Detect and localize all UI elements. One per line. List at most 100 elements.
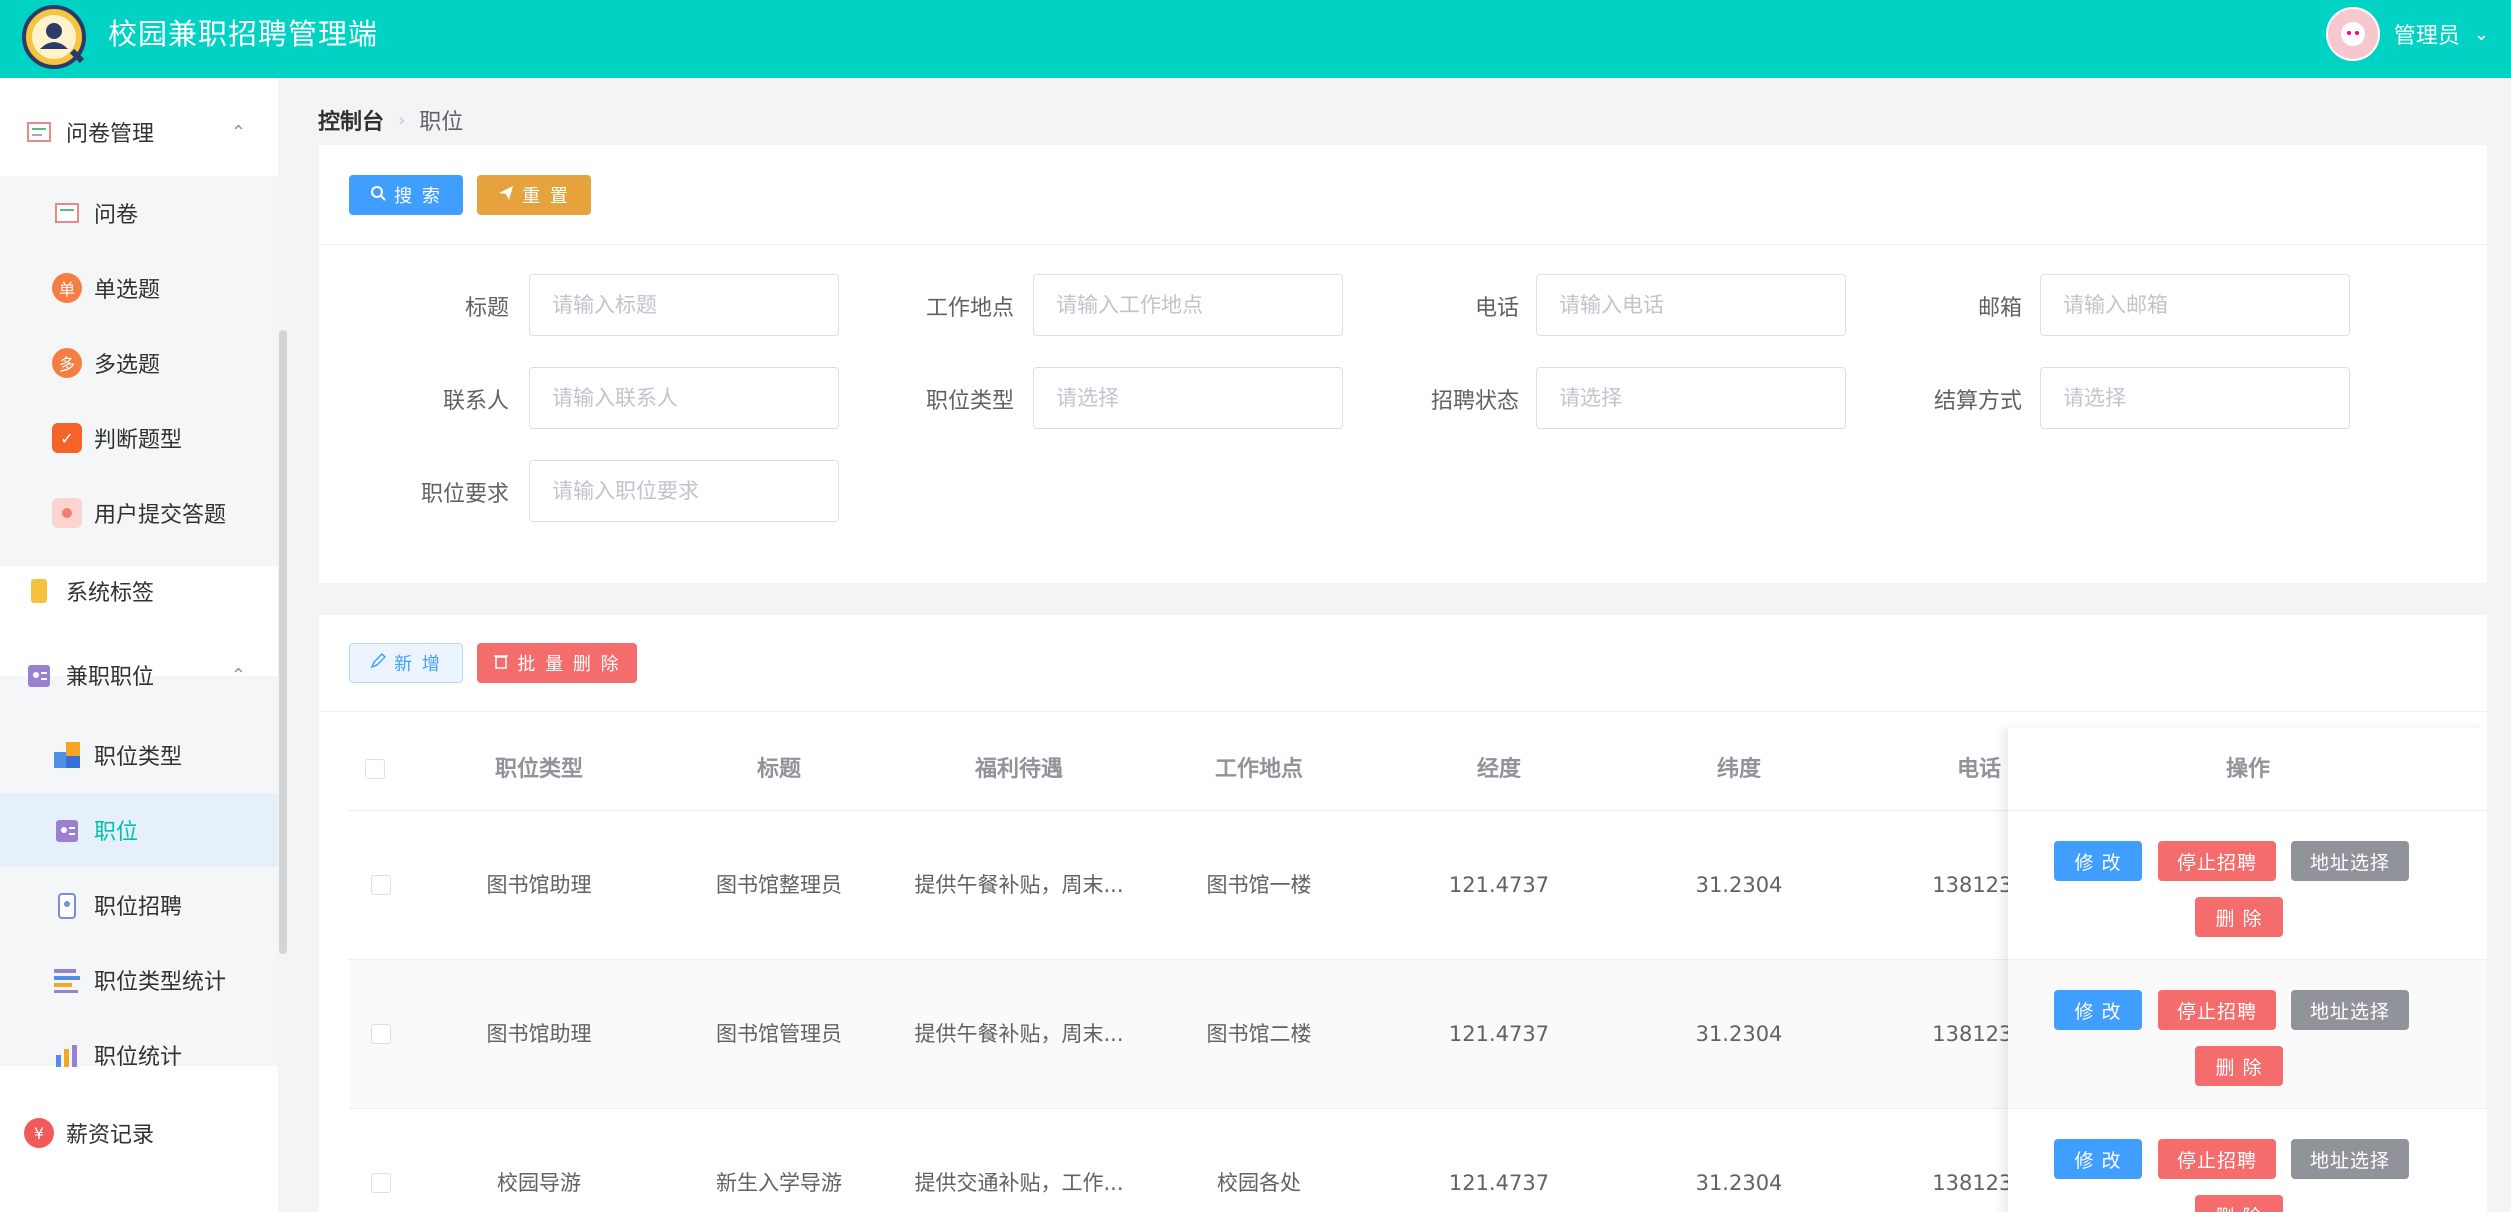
job-requirement-label: 职位要求: [420, 482, 509, 507]
stop-recruit-button[interactable]: 停止招聘: [2158, 1139, 2276, 1179]
sidebar-item-survey-management[interactable]: 问卷管理 ⌃: [0, 95, 278, 169]
multi-choice-icon: 多: [52, 348, 82, 378]
work-location-input[interactable]: [1033, 274, 1343, 336]
chevron-right-icon: ›: [398, 109, 406, 131]
single-choice-icon: 单: [52, 273, 82, 303]
delete-button[interactable]: 删 除: [2195, 897, 2283, 937]
trash-icon: [493, 653, 509, 674]
add-button[interactable]: 新 增: [349, 643, 463, 683]
submit-icon: [52, 498, 82, 528]
sidebar-item-job-recruitment[interactable]: 职位招聘: [0, 868, 278, 942]
send-icon: [498, 185, 514, 206]
cell-job-type: 图书馆助理: [486, 873, 592, 897]
cell-title: 图书馆管理员: [716, 1022, 842, 1046]
address-select-button[interactable]: 地址选择: [2291, 1139, 2409, 1179]
batch-delete-button[interactable]: 批 量 删 除: [477, 643, 637, 683]
tag-icon: [24, 576, 54, 606]
cell-location: 校园各处: [1217, 1171, 1301, 1195]
money-bag-icon: ¥: [24, 1118, 54, 1148]
edit-button[interactable]: 修 改: [2054, 841, 2142, 881]
email-input[interactable]: [2040, 274, 2350, 336]
col-operations: 操作: [2008, 728, 2487, 811]
sidebar-item-judge[interactable]: ✓ 判断题型: [0, 401, 278, 475]
col-title[interactable]: 标题: [659, 728, 899, 811]
breadcrumb: 控制台 › 职位: [318, 104, 463, 136]
cell-job-type: 图书馆助理: [486, 1022, 592, 1046]
col-job-type[interactable]: 职位类型: [419, 728, 659, 811]
sidebar-item-user-submissions[interactable]: 用户提交答题: [0, 476, 278, 550]
user-menu[interactable]: 管理员 ⌄: [2325, 6, 2489, 62]
title-label: 标题: [464, 296, 509, 321]
sidebar-item-single-choice[interactable]: 单 单选题: [0, 251, 278, 325]
sidebar-scrollbar[interactable]: [279, 330, 287, 954]
edit-button[interactable]: 修 改: [2054, 1139, 2142, 1179]
bar-chart-icon: [52, 965, 82, 995]
job-requirement-input[interactable]: [529, 460, 839, 522]
sidebar-item-job-stats[interactable]: 职位统计: [0, 1018, 278, 1092]
phone-input[interactable]: [1536, 274, 1846, 336]
col-latitude[interactable]: 纬度: [1619, 728, 1859, 811]
job-type-select[interactable]: [1033, 367, 1343, 429]
cell-longitude: 121.4737: [1448, 873, 1550, 897]
delete-button[interactable]: 删 除: [2195, 1046, 2283, 1086]
divider: [319, 244, 2487, 245]
cell-latitude: 31.2304: [1695, 1171, 1783, 1195]
cell-longitude: 121.4737: [1448, 1022, 1550, 1046]
title-input[interactable]: [529, 274, 839, 336]
row-checkbox[interactable]: [371, 1024, 391, 1044]
address-select-button[interactable]: 地址选择: [2291, 841, 2409, 881]
edit-icon: [370, 652, 387, 674]
sidebar-item-job-types[interactable]: 职位类型: [0, 718, 278, 792]
top-header: 校园兼职招聘管理端 管理员 ⌄: [0, 0, 2511, 78]
avatar[interactable]: [2325, 7, 2380, 61]
contact-input[interactable]: [529, 367, 839, 429]
cell-benefits: 提供午餐补贴，周末...: [914, 1022, 1124, 1046]
cell-title: 图书馆整理员: [716, 873, 842, 897]
operations-row: 修 改 停止招聘 地址选择 删 除: [2008, 1109, 2487, 1212]
col-benefits[interactable]: 福利待遇: [899, 728, 1139, 811]
work-location-label: 工作地点: [925, 296, 1014, 321]
row-checkbox[interactable]: [371, 1173, 391, 1193]
row-checkbox[interactable]: [371, 875, 391, 895]
operations-row: 修 改 停止招聘 地址选择 删 除: [2008, 811, 2487, 960]
stop-recruit-button[interactable]: 停止招聘: [2158, 990, 2276, 1030]
select-all-checkbox[interactable]: [365, 759, 385, 779]
cell-benefits: 提供午餐补贴，周末...: [914, 873, 1124, 897]
id-card-icon: [52, 815, 82, 845]
delete-button[interactable]: 删 除: [2195, 1195, 2283, 1212]
cell-latitude: 31.2304: [1695, 1022, 1783, 1046]
logo-icon: [20, 3, 88, 71]
recruit-status-select[interactable]: [1536, 367, 1846, 429]
sidebar: 问卷管理 ⌃ 问卷 单 单选题 多 多选题 ✓ 判断题型 用户提交答题 系统标签…: [0, 78, 278, 1212]
phone-label: 电话: [1474, 296, 1519, 321]
search-button[interactable]: 搜 索: [349, 175, 463, 215]
stats-icon: [52, 1040, 82, 1070]
settlement-label: 结算方式: [1933, 389, 2022, 414]
breadcrumb-home[interactable]: 控制台: [318, 104, 384, 136]
settlement-select[interactable]: [2040, 367, 2350, 429]
job-type-label: 职位类型: [925, 389, 1014, 414]
address-select-button[interactable]: 地址选择: [2291, 990, 2409, 1030]
cell-title: 新生入学导游: [716, 1171, 842, 1195]
search-panel: 搜 索 重 置 标题 工作地点 电话 邮箱 联系人 职位类型 招聘状态 结算方式…: [319, 145, 2487, 583]
sidebar-item-survey[interactable]: 问卷: [0, 176, 278, 250]
recruit-status-label: 招聘状态: [1430, 389, 1519, 414]
judge-icon: ✓: [52, 423, 82, 453]
breadcrumb-current: 职位: [419, 110, 464, 135]
sidebar-item-salary-records[interactable]: ¥ 薪资记录: [0, 1096, 278, 1170]
chevron-down-icon[interactable]: ⌄: [2474, 24, 2489, 45]
contact-label: 联系人: [442, 389, 509, 414]
sidebar-item-multi-choice[interactable]: 多 多选题: [0, 326, 278, 400]
reset-button[interactable]: 重 置: [477, 175, 591, 215]
sidebar-item-system-tags[interactable]: 系统标签: [0, 554, 278, 628]
col-location[interactable]: 工作地点: [1139, 728, 1379, 811]
sidebar-item-part-time-jobs[interactable]: 兼职职位 ⌃: [0, 638, 278, 712]
sidebar-item-jobs[interactable]: 职位: [0, 793, 278, 867]
stop-recruit-button[interactable]: 停止招聘: [2158, 841, 2276, 881]
user-name[interactable]: 管理员: [2394, 18, 2460, 50]
col-longitude[interactable]: 经度: [1379, 728, 1619, 811]
operations-row: 修 改 停止招聘 地址选择 删 除: [2008, 960, 2487, 1109]
sidebar-item-job-type-stats[interactable]: 职位类型统计: [0, 943, 278, 1017]
survey-icon: [24, 117, 54, 147]
edit-button[interactable]: 修 改: [2054, 990, 2142, 1030]
